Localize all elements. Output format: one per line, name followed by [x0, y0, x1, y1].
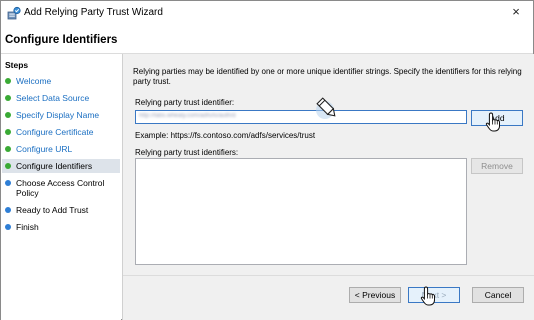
- hand-pointer-cursor-icon: [420, 286, 435, 306]
- wizard-window: Add Relying Party Trust Wizard × Configu…: [0, 0, 534, 320]
- step-status-dot: [5, 224, 11, 230]
- footer-divider: [123, 275, 534, 276]
- hand-pointer-cursor-icon: [485, 112, 500, 132]
- step-status-dot: [5, 129, 11, 135]
- description-text: Relying parties may be identified by one…: [133, 67, 522, 86]
- step-status-dot: [5, 207, 11, 213]
- step-status-dot: [5, 78, 11, 84]
- step-label: Welcome: [16, 76, 52, 86]
- identifiers-list[interactable]: [135, 158, 467, 265]
- step-label: Configure URL: [16, 144, 73, 154]
- content-panel: Relying parties may be identified by one…: [122, 54, 534, 320]
- example-text: Example: https://fs.contoso.com/adfs/ser…: [135, 131, 316, 140]
- step-label: Specify Display Name: [16, 110, 100, 120]
- step-label: Choose Access Control Policy: [16, 178, 105, 198]
- steps-panel: Steps Welcome Select Data Source Specify…: [1, 54, 121, 320]
- step-status-dot: [5, 112, 11, 118]
- step-configure-identifiers: Configure Identifiers: [2, 159, 120, 173]
- pencil-cursor-icon: [316, 97, 336, 119]
- cancel-button[interactable]: Cancel: [472, 287, 524, 303]
- close-button[interactable]: ×: [507, 3, 525, 21]
- relying-party-wizard-icon: [7, 6, 21, 20]
- window-title: Add Relying Party Trust Wizard: [24, 7, 163, 18]
- step-label: Ready to Add Trust: [16, 205, 89, 215]
- page-title: Configure Identifiers: [5, 34, 118, 46]
- step-status-dot: [5, 95, 11, 101]
- identifier-input-value: http://fabs.whealy.com/adfs/ls/auth/d: [139, 113, 236, 119]
- step-label: Configure Identifiers: [16, 161, 93, 171]
- steps-heading: Steps: [5, 60, 29, 70]
- step-status-dot: [5, 163, 11, 169]
- identifier-label: Relying party trust identifier:: [135, 98, 235, 107]
- step-status-dot: [5, 180, 11, 186]
- page-header: Configure Identifiers: [1, 25, 533, 54]
- step-label: Select Data Source: [16, 93, 90, 103]
- step-status-dot: [5, 146, 11, 152]
- step-label: Configure Certificate: [16, 127, 94, 137]
- previous-button[interactable]: < Previous: [349, 287, 401, 303]
- identifiers-list-label: Relying party trust identifiers:: [135, 148, 239, 157]
- remove-button[interactable]: Remove: [471, 158, 523, 174]
- title-bar: Add Relying Party Trust Wizard ×: [1, 1, 533, 25]
- step-label: Finish: [16, 222, 39, 232]
